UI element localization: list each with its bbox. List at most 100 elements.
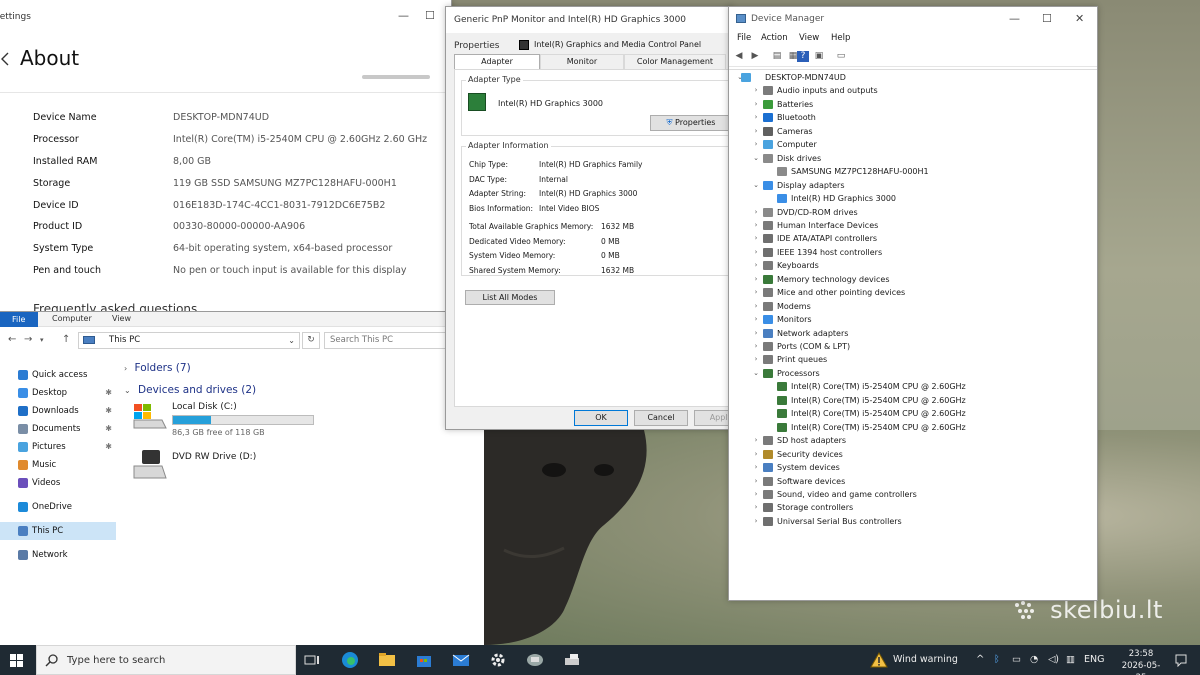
adapter-info-row: Adapter String: Intel(R) HD Graphics 3000 bbox=[469, 189, 637, 198]
nav-item-network[interactable]: Network bbox=[0, 546, 116, 564]
warning-icon[interactable] bbox=[870, 652, 888, 668]
tab-adapter[interactable]: Adapter bbox=[454, 54, 540, 70]
menu-action[interactable]: Action bbox=[761, 33, 788, 43]
chevron-right-icon[interactable]: › bbox=[751, 98, 761, 112]
tab-color-management[interactable]: Color Management bbox=[624, 54, 726, 69]
gear-icon[interactable] bbox=[488, 650, 508, 670]
back-arrow-icon[interactable] bbox=[0, 52, 10, 66]
chevron-right-icon[interactable]: › bbox=[751, 515, 761, 529]
list-all-modes-button[interactable]: List All Modes bbox=[465, 290, 555, 305]
tab-monitor[interactable]: Monitor bbox=[540, 54, 624, 69]
view-list-icon[interactable]: ▤ bbox=[771, 51, 783, 62]
device-manager-taskbar-icon[interactable] bbox=[562, 650, 582, 670]
ribbon-tab-computer[interactable]: Computer bbox=[52, 314, 92, 323]
chevron-right-icon[interactable]: › bbox=[751, 434, 761, 448]
chevron-right-icon[interactable]: › bbox=[751, 273, 761, 287]
scrollbar-thumb[interactable] bbox=[362, 75, 430, 79]
chevron-right-icon[interactable]: › bbox=[751, 138, 761, 152]
chevron-right-icon[interactable]: › bbox=[751, 501, 761, 515]
minimize-button[interactable]: — bbox=[398, 9, 409, 22]
maximize-button[interactable]: ☐ bbox=[1042, 7, 1052, 31]
nav-item-quick-access[interactable]: Quick access bbox=[0, 366, 116, 384]
battery-icon[interactable]: ▭ bbox=[1012, 645, 1021, 675]
chevron-up-icon[interactable]: ^ bbox=[976, 645, 984, 675]
up-arrow-icon[interactable]: ↑ bbox=[62, 334, 70, 345]
volume-icon[interactable]: ◁) bbox=[1048, 645, 1059, 675]
nav-item-desktop[interactable]: Desktop ✱ bbox=[0, 384, 116, 402]
weather-warning[interactable]: Wind warning bbox=[893, 645, 958, 675]
chevron-right-icon[interactable]: › bbox=[751, 219, 761, 233]
bluetooth-icon[interactable]: ᛒ bbox=[994, 645, 1000, 675]
ok-button[interactable]: OK bbox=[574, 410, 628, 426]
nav-item-onedrive[interactable]: OneDrive bbox=[0, 498, 116, 516]
chevron-right-icon[interactable]: › bbox=[751, 327, 761, 341]
chevron-right-icon[interactable]: › bbox=[751, 111, 761, 125]
chevron-down-icon[interactable]: ⌄ bbox=[751, 152, 761, 166]
taskbar-search-input[interactable]: Type here to search bbox=[36, 645, 296, 675]
chevron-right-icon[interactable]: › bbox=[751, 353, 761, 367]
chevron-right-icon[interactable]: › bbox=[751, 300, 761, 314]
chevron-right-icon[interactable]: › bbox=[751, 246, 761, 260]
action-center-icon[interactable]: ▥ bbox=[1066, 645, 1075, 675]
chevron-down-icon[interactable]: ⌄ bbox=[751, 367, 761, 381]
windows-start-icon[interactable] bbox=[10, 654, 23, 667]
devices-group[interactable]: ⌄ Devices and drives (2) bbox=[124, 384, 256, 396]
menu-view[interactable]: View bbox=[799, 33, 819, 43]
chevron-right-icon[interactable]: › bbox=[751, 286, 761, 300]
nav-item-this-pc[interactable]: This PC bbox=[0, 522, 116, 540]
file-explorer-icon[interactable] bbox=[377, 650, 397, 670]
spec-row: Pen and touch No pen or touch input is av… bbox=[33, 260, 427, 282]
chevron-right-icon[interactable]: › bbox=[751, 461, 761, 475]
network-icon[interactable]: ◔ bbox=[1030, 645, 1038, 675]
store-icon[interactable] bbox=[414, 650, 434, 670]
back-arrow-icon[interactable]: ← bbox=[8, 334, 16, 345]
refresh-button[interactable]: ↻ bbox=[302, 332, 320, 349]
notifications-icon[interactable] bbox=[1174, 653, 1188, 667]
chevron-right-icon[interactable]: › bbox=[751, 340, 761, 354]
menu-help[interactable]: Help bbox=[831, 33, 850, 43]
language-indicator[interactable]: ENG bbox=[1084, 645, 1104, 675]
nav-item-music[interactable]: Music bbox=[0, 456, 116, 474]
nav-item-videos[interactable]: Videos bbox=[0, 474, 116, 492]
page-title: About bbox=[20, 46, 80, 70]
forward-arrow-icon[interactable]: ▶ bbox=[749, 51, 761, 62]
chevron-right-icon[interactable]: › bbox=[751, 125, 761, 139]
nav-item-pictures[interactable]: Pictures ✱ bbox=[0, 438, 116, 456]
chevron-right-icon[interactable]: › bbox=[751, 206, 761, 220]
maximize-button[interactable]: ☐ bbox=[425, 9, 435, 22]
nav-item-documents[interactable]: Documents ✱ bbox=[0, 420, 116, 438]
forward-arrow-icon[interactable]: → bbox=[24, 334, 32, 345]
chevron-right-icon[interactable]: › bbox=[751, 232, 761, 246]
chevron-down-icon[interactable]: ⌄ bbox=[288, 333, 295, 348]
back-arrow-icon[interactable]: ◀ bbox=[733, 51, 745, 62]
chevron-right-icon[interactable]: › bbox=[751, 475, 761, 489]
chevron-right-icon[interactable]: › bbox=[751, 488, 761, 502]
folders-group[interactable]: › Folders (7) bbox=[124, 362, 191, 374]
properties-button[interactable]: ⛨ Properties bbox=[650, 115, 732, 131]
device-label: Storage controllers bbox=[777, 503, 854, 513]
help-icon[interactable]: ? bbox=[797, 51, 809, 62]
address-bar[interactable]: This PC ⌄ bbox=[78, 332, 300, 349]
intel-control-panel-tab[interactable]: Intel(R) Graphics and Media Control Pane… bbox=[446, 39, 732, 53]
nav-item-downloads[interactable]: Downloads ✱ bbox=[0, 402, 116, 420]
nav-item-label: Videos bbox=[32, 478, 61, 488]
chevron-right-icon[interactable]: › bbox=[751, 313, 761, 327]
cancel-button[interactable]: Cancel bbox=[634, 410, 688, 426]
edge-icon[interactable] bbox=[340, 650, 360, 670]
ribbon-tab-view[interactable]: View bbox=[112, 314, 131, 323]
chevron-right-icon[interactable]: › bbox=[751, 259, 761, 273]
chevron-right-icon[interactable]: › bbox=[751, 448, 761, 462]
task-view-icon[interactable] bbox=[302, 650, 322, 670]
ribbon-tab-file[interactable]: File bbox=[0, 312, 38, 327]
recent-chevron-icon[interactable]: ▾ bbox=[40, 336, 44, 344]
monitor-scan-icon[interactable]: ▭ bbox=[835, 51, 847, 62]
display-settings-icon[interactable] bbox=[525, 650, 545, 670]
minimize-button[interactable]: — bbox=[1009, 7, 1020, 31]
mail-icon[interactable] bbox=[451, 650, 471, 670]
menu-file[interactable]: File bbox=[737, 33, 751, 43]
chevron-down-icon[interactable]: ⌄ bbox=[751, 179, 761, 193]
update-driver-icon[interactable]: ▣ bbox=[813, 51, 825, 62]
chevron-right-icon[interactable]: › bbox=[751, 84, 761, 98]
clock[interactable]: 23:58 2026-05-25 bbox=[1118, 648, 1164, 675]
close-button[interactable]: ✕ bbox=[1075, 7, 1084, 31]
